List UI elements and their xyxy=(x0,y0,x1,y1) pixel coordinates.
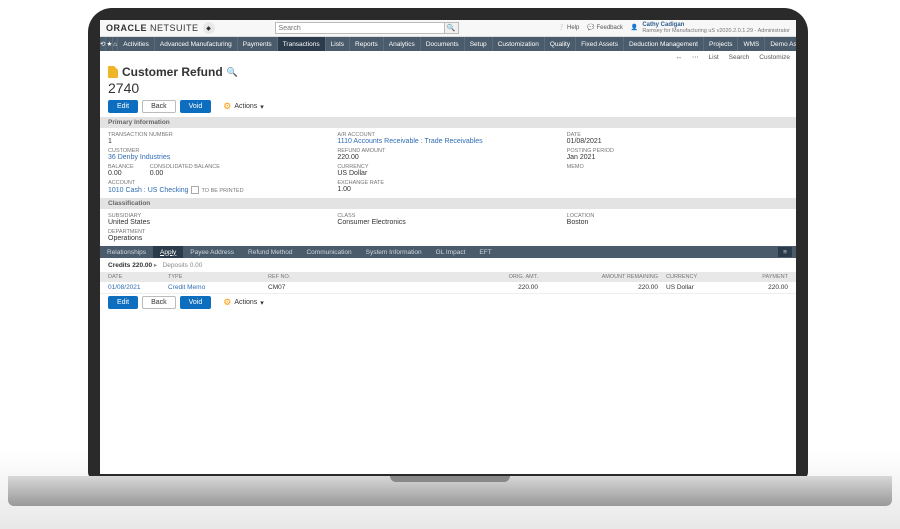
customer-link[interactable]: 36 Denby Industries xyxy=(108,154,329,161)
nav-item-projects[interactable]: Projects xyxy=(704,37,738,51)
nav-item-setup[interactable]: Setup xyxy=(465,37,493,51)
global-search-input[interactable] xyxy=(275,22,445,34)
nav-item-activities[interactable]: Activities xyxy=(118,37,155,51)
field-value: Boston xyxy=(567,219,788,226)
title-search-icon[interactable]: 🔍 xyxy=(227,67,238,78)
row-payment: 220.00 xyxy=(738,284,788,291)
field-value: 01/08/2021 xyxy=(567,138,788,145)
field-label: MEMO xyxy=(567,164,788,170)
subtab-relationships[interactable]: Relationships xyxy=(100,246,153,258)
gear-icon: ⚙ xyxy=(223,101,231,112)
toolbar-list[interactable]: List xyxy=(709,54,719,61)
subtab-gl-impact[interactable]: GL Impact xyxy=(429,246,473,258)
actions-menu[interactable]: ⚙Actions▾ xyxy=(223,101,264,112)
nav-item-lists[interactable]: Lists xyxy=(326,37,350,51)
user-icon: 👤 xyxy=(631,24,638,31)
toolbar-more-icon[interactable]: ⋯ xyxy=(692,53,699,61)
help-link[interactable]: ❔ Help xyxy=(558,24,579,31)
row-remaining: 220.00 xyxy=(538,284,658,291)
field-value: 0.00 xyxy=(150,170,220,177)
chevron-down-icon: ▾ xyxy=(260,299,264,307)
subtab-eft[interactable]: EFT xyxy=(472,246,498,258)
nav-item-documents[interactable]: Documents xyxy=(421,37,465,51)
nav-item-analytics[interactable]: Analytics xyxy=(384,37,421,51)
nav-item-payments[interactable]: Payments xyxy=(238,37,278,51)
subtab-refund-method[interactable]: Refund Method xyxy=(241,246,299,258)
chevron-down-icon: ▾ xyxy=(260,103,264,111)
edit-button[interactable]: Edit xyxy=(108,100,138,113)
field-value: 220.00 xyxy=(337,154,558,161)
account-link[interactable]: 1010 Cash : US Checking xyxy=(108,187,189,194)
field-value: United States xyxy=(108,219,329,226)
row-currency: US Dollar xyxy=(658,284,738,291)
user-name: Cathy Cadigan xyxy=(642,22,790,29)
void-button-bottom[interactable]: Void xyxy=(180,296,212,309)
edit-button-bottom[interactable]: Edit xyxy=(108,296,138,309)
subtab-payee-address[interactable]: Payee Address xyxy=(183,246,241,258)
ar-account-link[interactable]: 1110 Accounts Receivable : Trade Receiva… xyxy=(337,138,558,145)
page-title: Customer Refund xyxy=(122,65,223,79)
nav-item-customization[interactable]: Customization xyxy=(493,37,545,51)
toolbar-customize[interactable]: Customize xyxy=(759,54,790,61)
subtab-system-information[interactable]: System Information xyxy=(359,246,429,258)
section-primary-header: Primary Information xyxy=(100,117,796,128)
field-value: Jan 2021 xyxy=(567,154,788,161)
nav-item-deduction-management[interactable]: Deduction Management xyxy=(624,37,704,51)
record-number: 2740 xyxy=(108,80,788,96)
field-value: US Dollar xyxy=(337,170,558,177)
actions-menu-bottom[interactable]: ⚙Actions▾ xyxy=(223,297,264,308)
field-value: Consumer Electronics xyxy=(337,219,558,226)
field-label: TO BE PRINTED xyxy=(202,188,244,194)
credits-table-header: DATE TYPE REF NO. ORIG. AMT. AMOUNT REMA… xyxy=(100,272,796,282)
sub-tabs: RelationshipsApplyPayee AddressRefund Me… xyxy=(100,246,796,258)
search-icon: 🔍 xyxy=(447,24,456,32)
brand-logo: ORACLE NETSUITE xyxy=(106,23,199,33)
row-orig-amt: 220.00 xyxy=(408,284,538,291)
gear-icon: ⚙ xyxy=(223,297,231,308)
subtab-apply[interactable]: Apply xyxy=(153,246,183,258)
nav-star-icon[interactable]: ★ xyxy=(106,37,113,51)
user-role: Ramsey for Manufacturing uS v2020.2.0.1.… xyxy=(642,28,790,34)
app-switcher-icon[interactable]: ◆ xyxy=(203,22,215,34)
subtab-expand-icon[interactable]: ≡ xyxy=(778,247,792,257)
nav-item-quality[interactable]: Quality xyxy=(545,37,576,51)
main-nav: ⟲ ★ ⌂ ActivitiesAdvanced ManufacturingPa… xyxy=(100,37,796,51)
field-value: Operations xyxy=(108,235,329,242)
row-type-link[interactable]: Credit Memo xyxy=(168,284,268,291)
apply-summary: Credits 220.00 ▸ Deposits 0.00 xyxy=(100,258,796,272)
feedback-link[interactable]: 💬 Feedback xyxy=(587,24,623,31)
field-value: 0.00 xyxy=(108,170,134,177)
field-value: 1.00 xyxy=(337,186,558,193)
field-value: 1 xyxy=(108,138,329,145)
back-button[interactable]: Back xyxy=(142,100,176,113)
back-button-bottom[interactable]: Back xyxy=(142,296,176,309)
row-date-link[interactable]: 01/08/2021 xyxy=(108,284,168,291)
subtab-communication[interactable]: Communication xyxy=(299,246,358,258)
void-button[interactable]: Void xyxy=(180,100,212,113)
section-classification-header: Classification xyxy=(100,198,796,209)
document-icon xyxy=(108,66,118,78)
nav-item-fixed-assets[interactable]: Fixed Assets xyxy=(576,37,624,51)
nav-item-wms[interactable]: WMS xyxy=(738,37,765,51)
nav-item-demo-assist[interactable]: Demo Assist xyxy=(765,37,796,51)
nav-item-reports[interactable]: Reports xyxy=(350,37,384,51)
to-be-printed-checkbox[interactable] xyxy=(191,186,199,194)
user-menu[interactable]: 👤 Cathy Cadigan Ramsey for Manufacturing… xyxy=(631,22,790,35)
nav-item-advanced-manufacturing[interactable]: Advanced Manufacturing xyxy=(155,37,238,51)
toolbar-search[interactable]: Search xyxy=(729,54,750,61)
global-search-button[interactable]: 🔍 xyxy=(445,22,459,34)
toolbar-expand-icon[interactable]: ↔ xyxy=(676,54,683,61)
table-row[interactable]: 01/08/2021Credit MemoCM07220.00220.00US … xyxy=(100,282,796,294)
nav-item-transactions[interactable]: Transactions xyxy=(278,37,326,51)
row-ref: CM07 xyxy=(268,284,408,291)
